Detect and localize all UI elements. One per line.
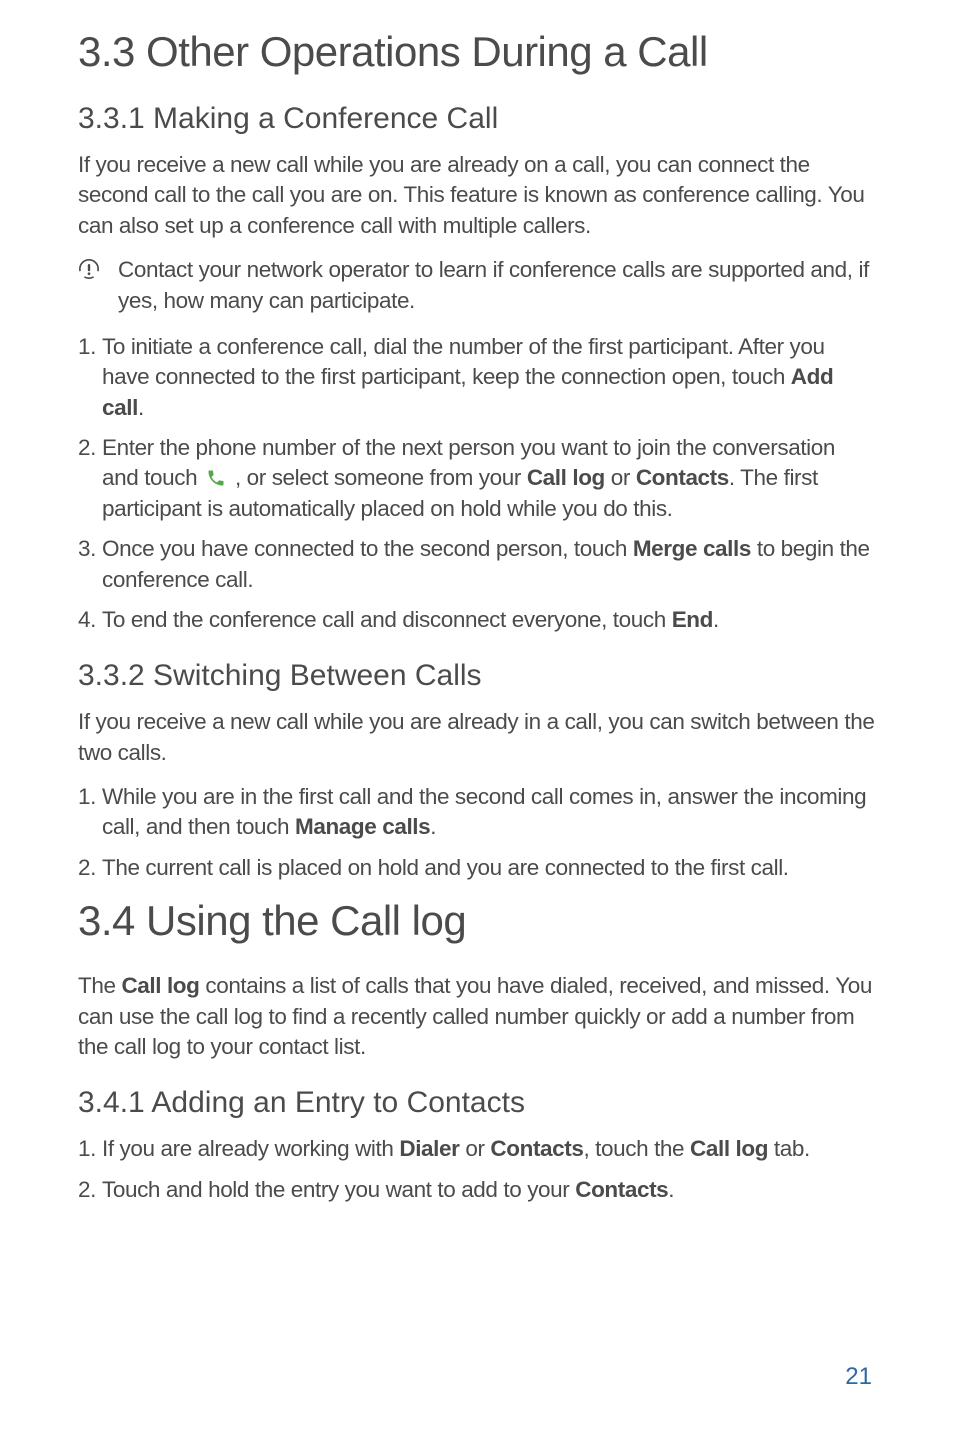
step-item: If you are already working with Dialer o… bbox=[78, 1134, 876, 1164]
ui-label-merge-calls: Merge calls bbox=[633, 536, 751, 561]
ui-label-call-log: Call log bbox=[121, 973, 199, 998]
intro-text: The bbox=[78, 973, 121, 998]
step-text: The current call is placed on hold and y… bbox=[102, 855, 789, 880]
ui-label-end: End bbox=[672, 607, 713, 632]
step-item: To end the conference call and disconnec… bbox=[78, 605, 876, 635]
note-block: Contact your network operator to learn i… bbox=[78, 255, 876, 316]
step-text: . bbox=[713, 607, 719, 632]
section-heading-3-3: 3.3 Other Operations During a Call bbox=[78, 28, 876, 76]
step-item: While you are in the first call and the … bbox=[78, 782, 876, 843]
step-text: , or select someone from your bbox=[229, 465, 527, 490]
step-item: Enter the phone number of the next perso… bbox=[78, 433, 876, 524]
step-text: . bbox=[138, 395, 144, 420]
note-text: Contact your network operator to learn i… bbox=[118, 255, 876, 316]
note-icon-wrap bbox=[78, 255, 118, 280]
step-text: tab. bbox=[768, 1136, 810, 1161]
ui-label-contacts: Contacts bbox=[575, 1177, 668, 1202]
ui-label-dialer: Dialer bbox=[399, 1136, 459, 1161]
exclamation-circle-icon bbox=[78, 258, 100, 280]
section-heading-3-4: 3.4 Using the Call log bbox=[78, 897, 876, 945]
step-text: To initiate a conference call, dial the … bbox=[102, 334, 825, 389]
ui-label-contacts: Contacts bbox=[490, 1136, 583, 1161]
subsection-heading-3-3-2: 3.3.2 Switching Between Calls bbox=[78, 659, 876, 693]
page-number: 21 bbox=[845, 1363, 872, 1391]
subsection-heading-3-3-1: 3.3.1 Making a Conference Call bbox=[78, 102, 876, 136]
step-item: Touch and hold the entry you want to add… bbox=[78, 1175, 876, 1205]
step-text: or bbox=[460, 1136, 491, 1161]
intro-paragraph-3-3-1: If you receive a new call while you are … bbox=[78, 150, 876, 241]
step-text: To end the conference call and disconnec… bbox=[102, 607, 672, 632]
subsection-heading-3-4-1: 3.4.1 Adding an Entry to Contacts bbox=[78, 1086, 876, 1120]
ui-label-call-log: Call log bbox=[690, 1136, 768, 1161]
step-text: . bbox=[668, 1177, 674, 1202]
step-item: To initiate a conference call, dial the … bbox=[78, 332, 876, 423]
step-text: While you are in the first call and the … bbox=[102, 784, 866, 839]
intro-paragraph-3-4: The Call log contains a list of calls th… bbox=[78, 971, 876, 1062]
steps-list-3-3-2: While you are in the first call and the … bbox=[78, 782, 876, 883]
step-text: . bbox=[430, 814, 436, 839]
step-text: , touch the bbox=[583, 1136, 690, 1161]
step-item: Once you have connected to the second pe… bbox=[78, 534, 876, 595]
ui-label-manage-calls: Manage calls bbox=[295, 814, 430, 839]
ui-label-call-log: Call log bbox=[527, 465, 605, 490]
step-text: or bbox=[605, 465, 636, 490]
ui-label-contacts: Contacts bbox=[636, 465, 729, 490]
step-text: Touch and hold the entry you want to add… bbox=[102, 1177, 575, 1202]
steps-list-3-3-1: To initiate a conference call, dial the … bbox=[78, 332, 876, 635]
step-text: Once you have connected to the second pe… bbox=[102, 536, 633, 561]
phone-icon bbox=[206, 468, 226, 488]
steps-list-3-4-1: If you are already working with Dialer o… bbox=[78, 1134, 876, 1205]
step-text: If you are already working with bbox=[102, 1136, 399, 1161]
intro-paragraph-3-3-2: If you receive a new call while you are … bbox=[78, 707, 876, 768]
step-item: The current call is placed on hold and y… bbox=[78, 853, 876, 883]
